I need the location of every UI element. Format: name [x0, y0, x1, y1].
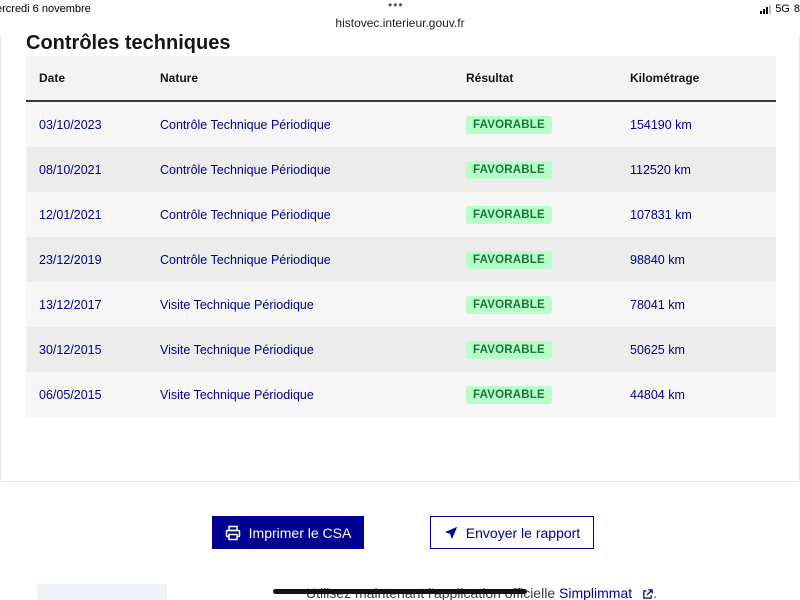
row-nature: Visite Technique Périodique	[160, 297, 314, 312]
table-row: 08/10/2021 Contrôle Technique Périodique…	[26, 147, 776, 192]
result-badge: FAVORABLE	[466, 116, 552, 134]
table-row: 12/01/2021 Contrôle Technique Périodique…	[26, 192, 776, 237]
row-nature: Contrôle Technique Périodique	[160, 162, 331, 177]
row-mileage: 154190 km	[630, 117, 692, 132]
external-link-icon	[643, 589, 653, 599]
send-icon	[444, 526, 457, 539]
promo-suffix: .	[653, 585, 657, 600]
result-badge: FAVORABLE	[466, 206, 552, 224]
row-nature: Visite Technique Périodique	[160, 387, 314, 402]
result-badge: FAVORABLE	[466, 386, 552, 404]
row-mileage: 112520 km	[630, 162, 691, 177]
send-report-label: Envoyer le rapport	[465, 524, 581, 541]
technical-controls-card: Contrôles techniques Date Nature Résulta…	[0, 32, 800, 482]
address-bar[interactable]: histovec.interieur.gouv.fr	[0, 16, 800, 30]
row-mileage: 50625 km	[630, 342, 685, 357]
send-report-button[interactable]: Envoyer le rapport	[430, 516, 594, 549]
row-date: 03/10/2023	[39, 117, 102, 132]
table-row: 03/10/2023 Contrôle Technique Périodique…	[26, 102, 776, 147]
row-date: 23/12/2019	[39, 252, 102, 267]
row-date: 12/01/2021	[39, 207, 102, 222]
signal-icon	[760, 4, 772, 14]
status-indicators: 5G 8	[760, 3, 800, 15]
status-date: ercredi 6 novembre	[0, 3, 91, 15]
row-nature: Contrôle Technique Périodique	[160, 117, 331, 132]
column-header-date: Date	[39, 71, 66, 85]
row-mileage: 107831 km	[630, 207, 692, 222]
printer-icon	[225, 525, 240, 540]
simplimmat-link[interactable]: Simplimmat	[559, 585, 632, 600]
row-date: 30/12/2015	[39, 342, 102, 357]
section-title: Contrôles techniques	[26, 32, 231, 54]
row-date: 13/12/2017	[39, 297, 102, 312]
row-nature: Visite Technique Périodique	[160, 342, 314, 357]
table-row: 23/12/2019 Contrôle Technique Périodique…	[26, 237, 776, 282]
technical-controls-table: Date Nature Résultat Kilométrage 03/10/2…	[26, 56, 776, 417]
row-mileage: 78041 km	[630, 297, 685, 312]
tab-menu-dots[interactable]: •••	[388, 0, 404, 11]
table-header: Date Nature Résultat Kilométrage	[26, 56, 776, 102]
row-mileage: 44804 km	[630, 387, 685, 402]
print-csa-label: Imprimer le CSA	[248, 524, 352, 541]
result-badge: FAVORABLE	[466, 341, 552, 359]
result-badge: FAVORABLE	[466, 251, 552, 269]
result-badge: FAVORABLE	[466, 296, 552, 314]
table-row: 13/12/2017 Visite Technique Périodique F…	[26, 282, 776, 327]
row-nature: Contrôle Technique Périodique	[160, 252, 331, 267]
result-badge: FAVORABLE	[466, 161, 552, 179]
row-mileage: 98840 km	[630, 252, 685, 267]
row-date: 06/05/2015	[39, 387, 102, 402]
home-indicator[interactable]	[273, 589, 527, 594]
column-header-nature: Nature	[160, 71, 199, 85]
column-header-result: Résultat	[466, 71, 514, 85]
network-label: 5G	[775, 3, 790, 15]
column-header-mileage: Kilométrage	[630, 71, 700, 85]
print-csa-button[interactable]: Imprimer le CSA	[212, 516, 364, 549]
table-row: 06/05/2015 Visite Technique Périodique F…	[26, 372, 776, 417]
row-date: 08/10/2021	[39, 162, 102, 177]
row-nature: Contrôle Technique Périodique	[160, 207, 331, 222]
battery-label: 8	[793, 3, 800, 15]
app-promo-image	[37, 584, 167, 600]
table-row: 30/12/2015 Visite Technique Périodique F…	[26, 327, 776, 372]
